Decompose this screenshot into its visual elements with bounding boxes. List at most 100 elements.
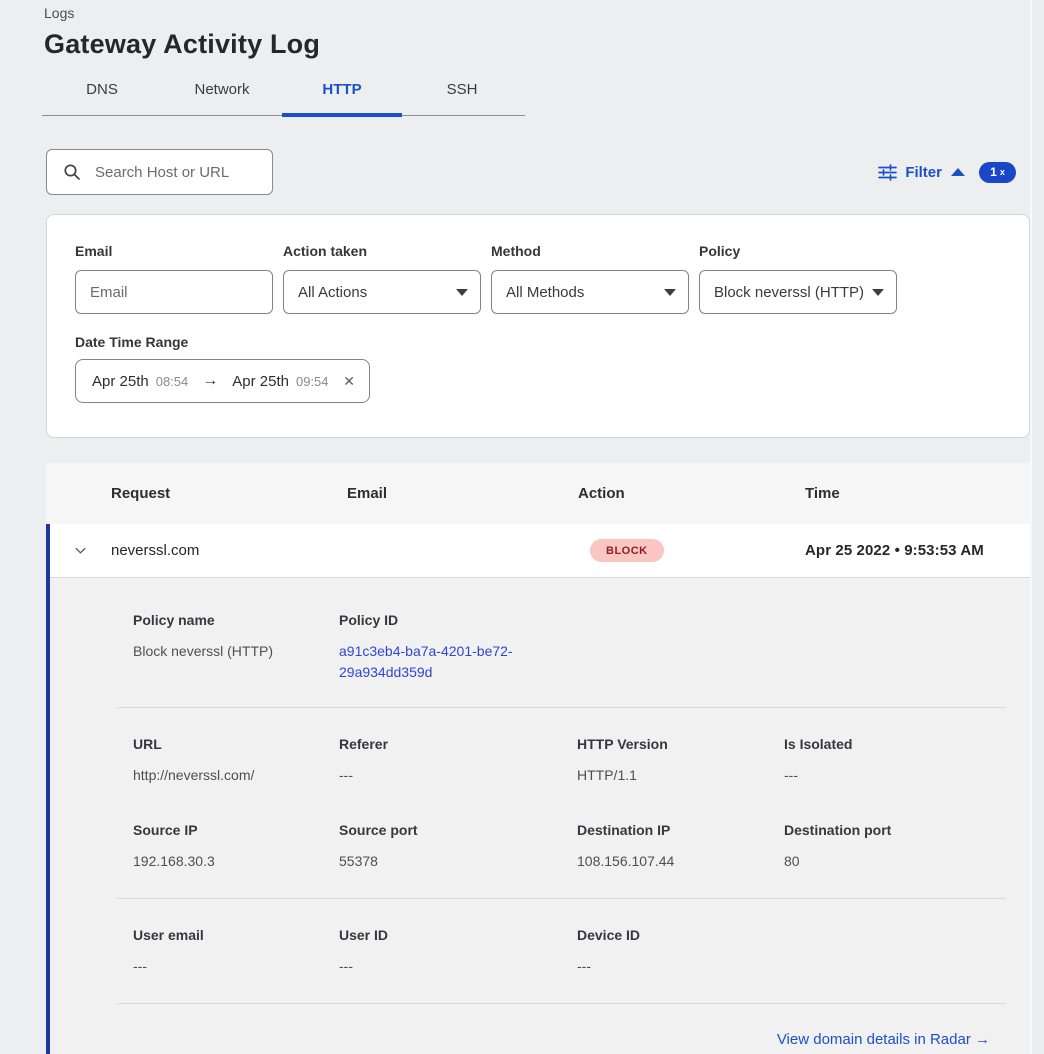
tab-network[interactable]: Network	[162, 76, 282, 115]
breadcrumb[interactable]: Logs	[44, 5, 1030, 21]
start-date[interactable]: Apr 25th	[92, 373, 149, 390]
source-ip-value: 192.168.30.3	[133, 851, 339, 872]
tab-http[interactable]: HTTP	[282, 76, 402, 115]
policy-name-field: Policy name Block neverssl (HTTP)	[133, 612, 339, 683]
end-time[interactable]: 09:54	[296, 374, 329, 389]
destination-port-field: Destination port 80	[784, 822, 1006, 872]
expanded-row-wrapper: neverssl.com BLOCK Apr 25 2022 • 9:53:53…	[46, 524, 1030, 1054]
tab-ssh[interactable]: SSH	[402, 76, 522, 115]
user-email-value: ---	[133, 956, 339, 977]
email-filter-field: Email	[75, 243, 273, 314]
http-version-value: HTTP/1.1	[577, 765, 784, 786]
policy-value: Block neverssl (HTTP)	[714, 284, 864, 301]
destination-ip-label: Destination IP	[577, 822, 784, 838]
radar-link-row: View domain details in Radar →	[50, 1031, 1030, 1049]
search-filter-row: Filter 1 x	[46, 149, 1016, 195]
table-row[interactable]: neverssl.com BLOCK Apr 25 2022 • 9:53:53…	[50, 524, 1030, 578]
end-date[interactable]: Apr 25th	[232, 373, 289, 390]
filter-count: 1	[990, 165, 997, 179]
http-version-field: HTTP Version HTTP/1.1	[577, 736, 784, 786]
is-isolated-field: Is Isolated ---	[784, 736, 1006, 786]
source-port-field: Source port 55378	[339, 822, 577, 872]
device-id-field: Device ID ---	[577, 927, 784, 977]
user-id-label: User ID	[339, 927, 577, 943]
url-value: http://neverssl.com/	[133, 765, 339, 786]
policy-id-link[interactable]: a91c3eb4-ba7a-4201-be72-29a934dd359d	[339, 641, 549, 683]
action-cell: BLOCK	[578, 539, 805, 562]
page-title: Gateway Activity Log	[44, 29, 1030, 60]
referer-value: ---	[339, 765, 577, 786]
chevron-down-icon	[456, 289, 468, 296]
time-cell: Apr 25 2022 • 9:53:53 AM	[805, 542, 1030, 559]
tab-dns[interactable]: DNS	[42, 76, 162, 115]
device-id-value: ---	[577, 956, 784, 977]
column-header-time: Time	[805, 485, 1030, 502]
filter-clear-x[interactable]: x	[1000, 167, 1005, 177]
filter-panel: Email Action taken All Actions Method Al…	[46, 214, 1030, 438]
method-label: Method	[491, 243, 689, 259]
method-field: Method All Methods	[491, 243, 689, 314]
chevron-down-icon	[872, 289, 884, 296]
source-port-value: 55378	[339, 851, 577, 872]
start-time[interactable]: 08:54	[156, 374, 189, 389]
divider	[117, 1003, 1006, 1004]
column-header-action: Action	[578, 485, 805, 502]
action-taken-select[interactable]: All Actions	[283, 270, 481, 314]
date-range-picker[interactable]: Apr 25th 08:54 → Apr 25th 09:54 ✕	[75, 359, 370, 403]
collapse-arrow-icon	[951, 168, 965, 176]
policy-name-label: Policy name	[133, 612, 339, 628]
main-content: Logs Gateway Activity Log DNS Network HT…	[0, 0, 1030, 1054]
chevron-down-icon	[73, 543, 88, 558]
policy-id-field: Policy ID a91c3eb4-ba7a-4201-be72-29a934…	[339, 612, 577, 683]
action-taken-label: Action taken	[283, 243, 481, 259]
action-taken-field: Action taken All Actions	[283, 243, 481, 314]
email-input[interactable]	[90, 284, 260, 301]
source-port-label: Source port	[339, 822, 577, 838]
user-id-field: User ID ---	[339, 927, 577, 977]
request-cell: neverssl.com	[111, 542, 347, 559]
clear-date-icon[interactable]: ✕	[343, 373, 355, 390]
email-input-box[interactable]	[75, 270, 273, 314]
device-id-label: Device ID	[577, 927, 784, 943]
column-header-request: Request	[111, 485, 347, 502]
row-details-panel: Policy name Block neverssl (HTTP) Policy…	[50, 578, 1030, 1054]
policy-label: Policy	[699, 243, 897, 259]
method-value: All Methods	[506, 284, 584, 301]
row-expand-toggle[interactable]	[50, 543, 111, 558]
search-box[interactable]	[46, 149, 273, 195]
range-arrow-icon: →	[202, 372, 218, 390]
user-email-label: User email	[133, 927, 339, 943]
column-header-email: Email	[347, 485, 578, 502]
referer-label: Referer	[339, 736, 577, 752]
table-header: Request Email Action Time	[46, 463, 1030, 524]
search-input[interactable]	[95, 164, 255, 181]
date-time-range-label: Date Time Range	[75, 334, 1001, 350]
http-version-label: HTTP Version	[577, 736, 784, 752]
filter-sliders-icon	[878, 164, 897, 181]
referer-field: Referer ---	[339, 736, 577, 786]
radar-link[interactable]: View domain details in Radar →	[777, 1031, 990, 1048]
filter-count-badge[interactable]: 1 x	[979, 162, 1016, 183]
source-ip-label: Source IP	[133, 822, 339, 838]
url-label: URL	[133, 736, 339, 752]
is-isolated-label: Is Isolated	[784, 736, 1006, 752]
url-field: URL http://neverssl.com/	[133, 736, 339, 786]
policy-id-label: Policy ID	[339, 612, 577, 628]
filter-toggle[interactable]: Filter 1 x	[878, 162, 1016, 183]
email-filter-label: Email	[75, 243, 273, 259]
source-ip-field: Source IP 192.168.30.3	[133, 822, 339, 872]
search-icon	[63, 163, 81, 181]
destination-port-label: Destination port	[784, 822, 1006, 838]
chevron-down-icon	[664, 289, 676, 296]
is-isolated-value: ---	[784, 765, 1006, 786]
status-badge: BLOCK	[590, 539, 664, 562]
destination-ip-value: 108.156.107.44	[577, 851, 784, 872]
policy-field: Policy Block neverssl (HTTP)	[699, 243, 897, 314]
activity-log-table: Request Email Action Time neverssl.com B…	[46, 463, 1030, 1054]
destination-ip-field: Destination IP 108.156.107.44	[577, 822, 784, 872]
tab-bar: DNS Network HTTP SSH	[42, 76, 525, 116]
method-select[interactable]: All Methods	[491, 270, 689, 314]
user-id-value: ---	[339, 956, 577, 977]
policy-select[interactable]: Block neverssl (HTTP)	[699, 270, 897, 314]
page-right-gutter	[1030, 0, 1044, 1054]
